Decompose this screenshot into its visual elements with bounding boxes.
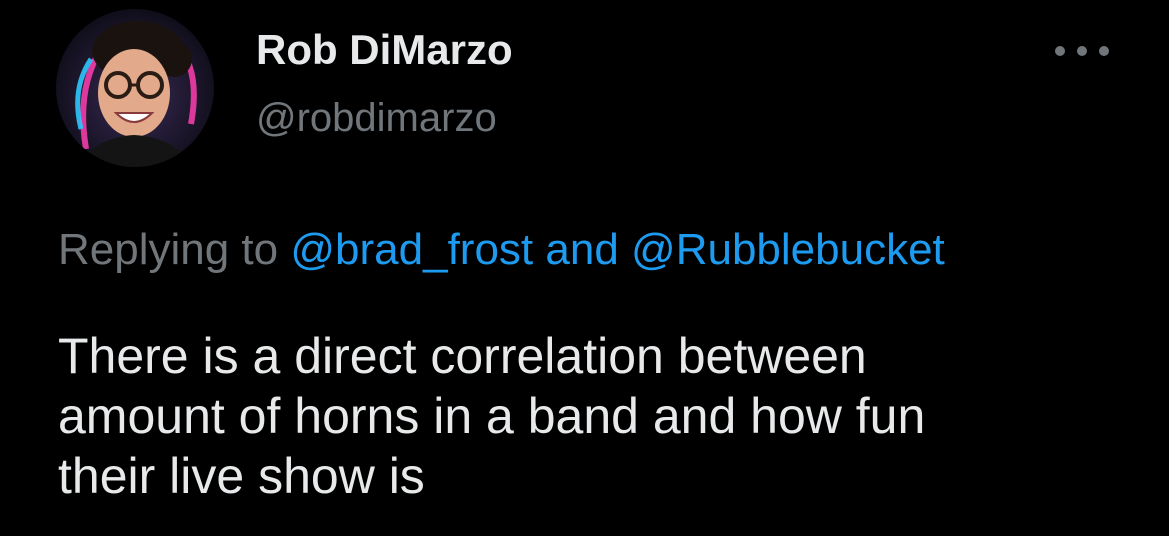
avatar-image xyxy=(56,9,214,167)
tweet-text-line: amount of horns in a band and how fun xyxy=(58,388,926,444)
author-handle[interactable]: @robdimarzo xyxy=(256,92,497,144)
tweet-text-line: There is a direct correlation between xyxy=(58,328,867,384)
tweet-text-line: their live show is xyxy=(58,448,425,504)
tweet-text: There is a direct correlation between am… xyxy=(58,326,1148,506)
mention-link-brad-frost[interactable]: @brad_frost xyxy=(290,225,533,274)
avatar[interactable] xyxy=(56,9,214,167)
mention-link-rubblebucket[interactable]: @Rubblebucket xyxy=(631,225,945,274)
replying-to-and: and xyxy=(545,225,619,274)
replying-to-label: Replying to xyxy=(58,225,279,274)
author-name[interactable]: Rob DiMarzo xyxy=(256,24,513,76)
ellipsis-icon xyxy=(1055,46,1109,56)
more-options-button[interactable] xyxy=(1050,36,1114,66)
replying-to: Replying to @brad_frost and @Rubblebucke… xyxy=(58,222,945,278)
tweet: Rob DiMarzo @robdimarzo Replying to @bra… xyxy=(0,0,1169,536)
